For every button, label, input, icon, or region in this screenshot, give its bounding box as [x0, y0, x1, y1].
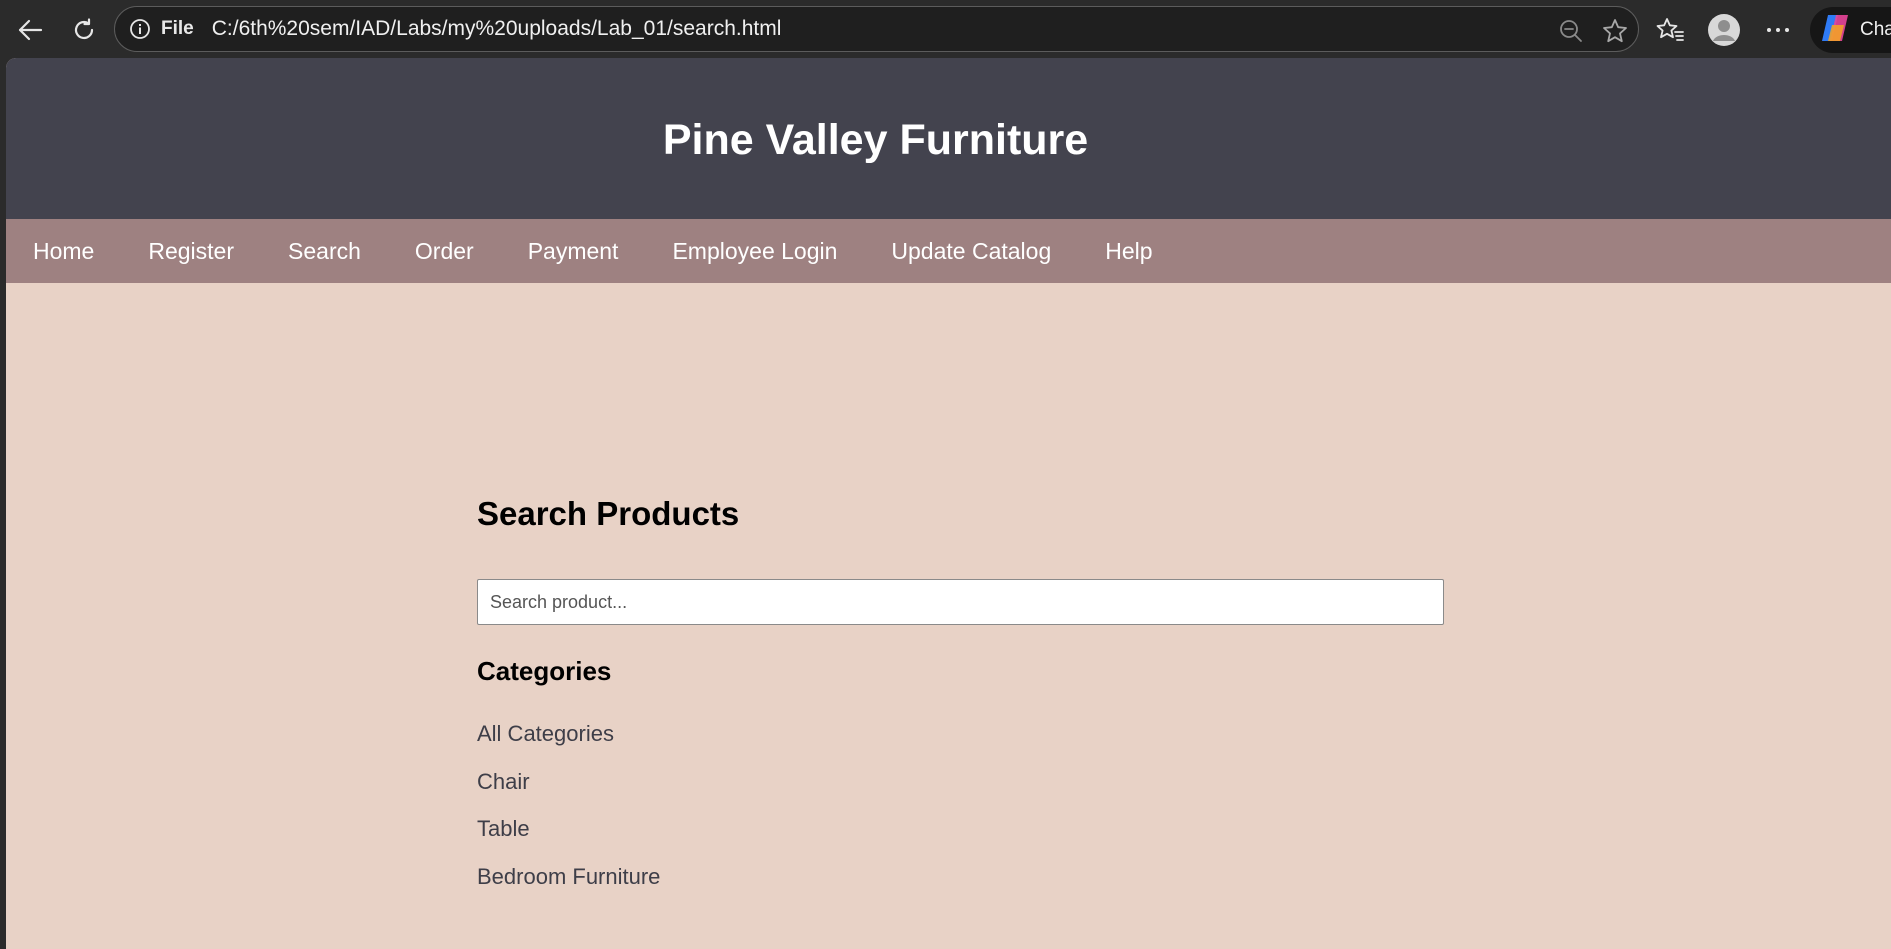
- nav-help[interactable]: Help: [1105, 238, 1152, 265]
- main-navigation: Home Register Search Order Payment Emplo…: [6, 219, 1891, 283]
- zoom-out-icon[interactable]: [1558, 18, 1584, 44]
- nav-search[interactable]: Search: [288, 238, 361, 265]
- nav-order[interactable]: Order: [415, 238, 474, 265]
- category-chair[interactable]: Chair: [477, 769, 660, 817]
- category-table[interactable]: Table: [477, 816, 660, 864]
- site-title: Pine Valley Furniture: [662, 115, 1089, 164]
- category-all[interactable]: All Categories: [477, 721, 660, 769]
- back-arrow-icon[interactable]: [12, 12, 48, 48]
- profile-icon[interactable]: [1706, 12, 1742, 48]
- star-icon[interactable]: [1602, 18, 1628, 44]
- search-input[interactable]: [477, 579, 1444, 625]
- nav-register[interactable]: Register: [148, 238, 234, 265]
- more-icon[interactable]: [1760, 12, 1796, 48]
- file-scheme-label: File: [161, 18, 194, 39]
- nav-home[interactable]: Home: [33, 238, 94, 265]
- info-icon[interactable]: [129, 18, 151, 40]
- refresh-icon[interactable]: [66, 12, 102, 48]
- category-bedroom-furniture[interactable]: Bedroom Furniture: [477, 864, 660, 912]
- nav-employee-login[interactable]: Employee Login: [672, 238, 837, 265]
- browser-toolbar: File C:/6th%20sem/IAD/Labs/my%20uploads/…: [0, 0, 1891, 58]
- page-viewport: Pine Valley Furniture Home Register Sear…: [6, 58, 1891, 949]
- nav-payment[interactable]: Payment: [528, 238, 619, 265]
- copilot-label: Cha: [1860, 19, 1891, 40]
- favorites-icon[interactable]: [1652, 12, 1688, 48]
- copilot-icon: [1818, 11, 1852, 50]
- page-title: Search Products: [477, 495, 740, 532]
- category-list: All Categories Chair Table Bedroom Furni…: [477, 721, 660, 911]
- url-text[interactable]: C:/6th%20sem/IAD/Labs/my%20uploads/Lab_0…: [212, 17, 782, 41]
- categories-heading: Categories: [477, 656, 612, 686]
- copilot-button[interactable]: Cha: [1810, 7, 1891, 53]
- address-bar[interactable]: File C:/6th%20sem/IAD/Labs/my%20uploads/…: [114, 6, 1639, 52]
- site-header: Pine Valley Furniture: [6, 58, 1891, 219]
- nav-update-catalog[interactable]: Update Catalog: [891, 238, 1051, 265]
